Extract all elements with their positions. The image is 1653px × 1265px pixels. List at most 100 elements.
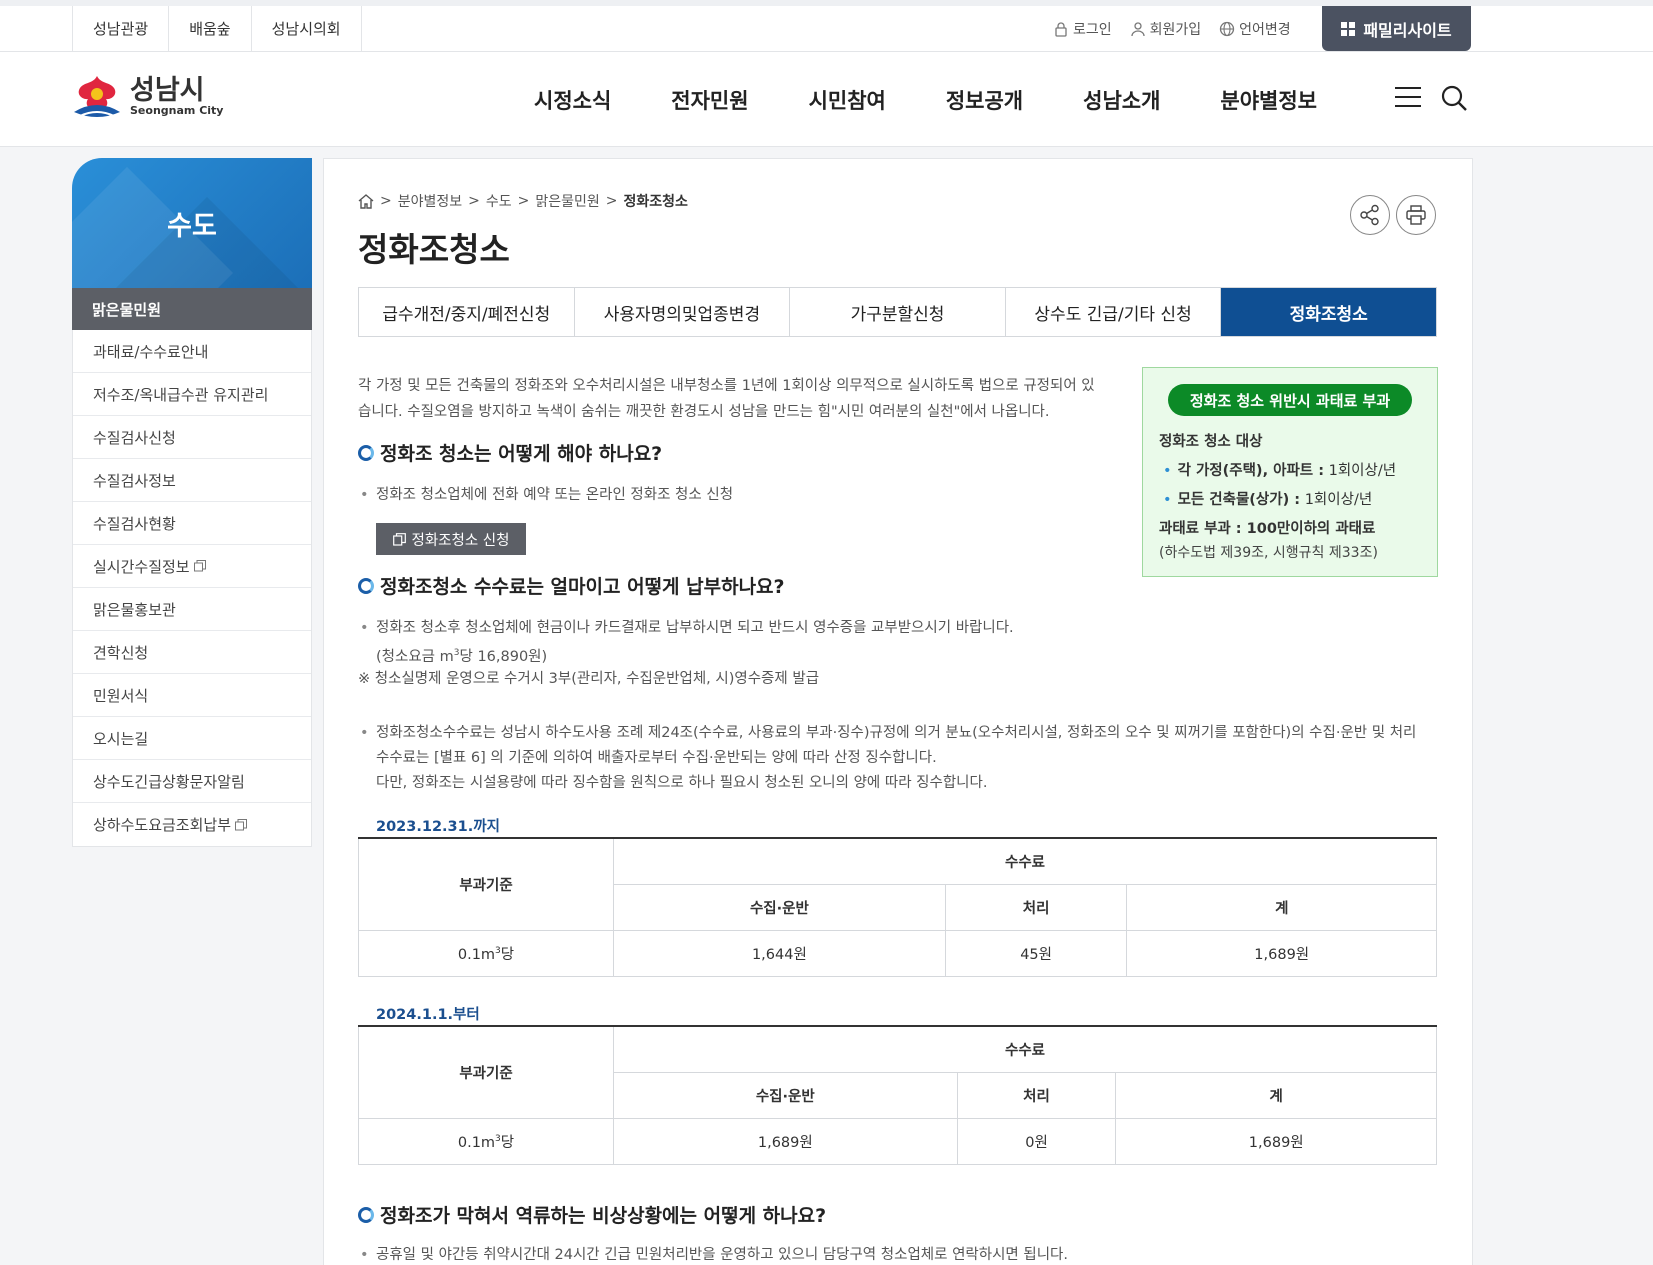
- heading-ring-icon: [358, 1206, 374, 1223]
- seongnam-emblem-icon: [74, 76, 120, 117]
- new-window-icon: [235, 818, 248, 830]
- th-fee: 수수료: [613, 837, 1437, 885]
- signup-link[interactable]: 회원가입: [1130, 19, 1201, 39]
- side-item-realtime[interactable]: 실시간수질정보: [73, 545, 311, 588]
- site-header: 성남시 Seongnam City 시정소식 전자민원 시민참여 정보공개 성남…: [0, 52, 1653, 147]
- side-item-tank[interactable]: 저수조/옥내급수관 유지관리: [73, 373, 311, 416]
- side-menu-header: 수도: [72, 158, 312, 288]
- cell-process: 45원: [944, 929, 1128, 977]
- nav-field-info[interactable]: 분야별정보: [1220, 85, 1317, 115]
- family-site-label: 패밀리사이트: [1363, 20, 1452, 40]
- crumb-civil[interactable]: 맑은물민원: [535, 191, 599, 211]
- page-title: 정화조청소: [358, 230, 510, 269]
- section-heading-how: 정화조 청소는 어떻게 해야 하나요?: [358, 439, 662, 466]
- section-heading-fee: 정화조청소 수수료는 얼마이고 어떻게 납부하나요?: [358, 572, 785, 599]
- tab-septic-cleaning[interactable]: 정화조청소: [1221, 288, 1436, 336]
- apply-cleaning-label: 정화조청소 신청: [411, 532, 510, 549]
- side-item-billing[interactable]: 상하수도요금조회납부: [73, 803, 311, 846]
- share-button[interactable]: [1350, 195, 1390, 235]
- fine-notice-pill: 정화조 청소 위반시 과태료 부과: [1168, 384, 1412, 416]
- print-button[interactable]: [1396, 195, 1436, 235]
- th-total: 계: [1126, 883, 1437, 931]
- table-row: 0.1m3당 1,689원 0원 1,689원: [358, 1117, 1437, 1165]
- language-link[interactable]: 언어변경: [1219, 19, 1291, 39]
- content-tabs: 급수개전/중지/폐전신청 사용자명의및업종변경 가구분할신청 상수도 긴급/기타…: [358, 287, 1437, 337]
- th-process: 처리: [944, 883, 1128, 931]
- side-item-test-info[interactable]: 수질검사정보: [73, 459, 311, 502]
- util-link-learning[interactable]: 배움숲: [169, 6, 252, 51]
- login-link[interactable]: 로그인: [1053, 19, 1112, 39]
- cell-total: 1,689원: [1126, 929, 1437, 977]
- fee-table-2024: 부과기준 수수료 수집·운반 처리 계 0.1m3당 1,689원 0원 1,6…: [358, 1025, 1437, 1165]
- globe-icon: [1220, 21, 1235, 36]
- table1-date: 2023.12.31.까지: [376, 819, 500, 835]
- side-menu-active[interactable]: 맑은물민원: [72, 288, 312, 330]
- sec2-note: ※ 청소실명제 운영으로 수거시 3부(관리자, 수집운반업체, 시)영수증제 …: [358, 671, 820, 687]
- notice-item-building: • 모든 건축물(상가) : 1회이상/년: [1163, 492, 1373, 508]
- heading-ring-icon: [358, 577, 374, 594]
- cell-collect: 1,689원: [613, 1117, 958, 1165]
- th-basis: 부과기준: [358, 1025, 614, 1119]
- th-basis: 부과기준: [358, 837, 614, 931]
- utility-bar: 성남관광 배움숲 성남시의회 로그인 회원가입 언어변경 패밀리사이트: [0, 0, 1653, 52]
- family-site-button[interactable]: 패밀리사이트: [1322, 6, 1471, 51]
- menu-icon[interactable]: [1395, 85, 1421, 109]
- main-content: > 분야별정보 > 수도 > 맑은물민원 > 정화조청소 정화조청소 급수개전/…: [323, 158, 1473, 1265]
- side-item-directions[interactable]: 오시는길: [73, 717, 311, 760]
- side-item-fines[interactable]: 과태료/수수료안내: [73, 330, 311, 373]
- nav-city-news[interactable]: 시정소식: [534, 85, 611, 115]
- side-menu-title: 수도: [167, 210, 217, 242]
- nav-info-disclosure[interactable]: 정보공개: [946, 85, 1023, 115]
- home-icon[interactable]: [358, 193, 374, 209]
- th-fee: 수수료: [613, 1025, 1437, 1073]
- apply-cleaning-button[interactable]: 정화조청소 신청: [376, 523, 526, 555]
- notice-target-label: 정화조 청소 대상: [1159, 434, 1263, 450]
- cell-total: 1,689원: [1115, 1117, 1437, 1165]
- cell-collect: 1,644원: [613, 929, 946, 977]
- fee-table-2023: 부과기준 수수료 수집·운반 처리 계 0.1m3당 1,644원 45원 1,…: [358, 837, 1437, 977]
- lock-icon: [1055, 21, 1067, 37]
- share-icon: [1360, 204, 1379, 226]
- tab-owner-change[interactable]: 사용자명의및업종변경: [575, 288, 791, 336]
- side-item-tour[interactable]: 견학신청: [73, 631, 311, 674]
- util-actions: 로그인 회원가입 언어변경: [1053, 6, 1291, 51]
- th-process: 처리: [956, 1071, 1117, 1119]
- intro-text: 각 가정 및 모든 건축물의 정화조와 오수처리시설은 내부청소를 1년에 1회…: [358, 378, 1095, 420]
- util-link-council[interactable]: 성남시의회: [252, 6, 362, 51]
- side-item-billing-label: 상하수도요금조회납부: [93, 816, 232, 834]
- nav-about[interactable]: 성남소개: [1083, 85, 1160, 115]
- side-item-forms[interactable]: 민원서식: [73, 674, 311, 717]
- util-link-tourism[interactable]: 성남관광: [73, 6, 170, 51]
- page-tools: [1350, 195, 1436, 235]
- side-item-pr[interactable]: 맑은물홍보관: [73, 588, 311, 631]
- tab-water-supply[interactable]: 급수개전/중지/폐전신청: [359, 288, 575, 336]
- logo-english: Seongnam City: [130, 104, 224, 117]
- tab-emergency[interactable]: 상수도 긴급/기타 신청: [1006, 288, 1222, 336]
- cell-process: 0원: [956, 1117, 1117, 1165]
- tab-household-split[interactable]: 가구분할신청: [790, 288, 1006, 336]
- section-heading-emergency: 정화조가 막혀서 역류하는 비상상황에는 어떻게 하나요?: [358, 1201, 826, 1228]
- notice-law: (하수도법 제39조, 시행규칙 제33조): [1159, 545, 1378, 561]
- heading-ring-icon: [358, 444, 374, 461]
- side-item-realtime-label: 실시간수질정보: [93, 557, 190, 576]
- sec1-bullet: • 정화조 청소업체에 전화 예약 또는 온라인 정화조 청소 신청: [360, 487, 734, 503]
- crumb-water[interactable]: 수도: [486, 191, 512, 211]
- site-logo[interactable]: 성남시 Seongnam City: [70, 72, 223, 122]
- th-total: 계: [1115, 1071, 1437, 1119]
- sec2-rule-line2: 수수료는 [별표 6] 의 기준에 의하여 배출자로부터 수집·운반되는 양에 …: [376, 750, 937, 766]
- nav-e-civil[interactable]: 전자민원: [671, 85, 748, 115]
- side-item-sms[interactable]: 상수도긴급상황문자알림: [73, 760, 311, 803]
- search-icon[interactable]: [1441, 85, 1467, 111]
- crumb-field-info[interactable]: 분야별정보: [398, 191, 462, 211]
- side-item-test-status[interactable]: 수질검사현황: [73, 502, 311, 545]
- main-nav: 시정소식 전자민원 시민참여 정보공개 성남소개 분야별정보: [534, 52, 1377, 147]
- side-item-test-request[interactable]: 수질검사신청: [73, 416, 311, 459]
- new-window-icon: [193, 560, 206, 572]
- logo-text: 성남시 Seongnam City: [130, 77, 223, 117]
- fine-notice-box: 정화조 청소 위반시 과태료 부과 정화조 청소 대상 • 각 가정(주택), 아…: [1142, 367, 1438, 577]
- nav-participation[interactable]: 시민참여: [809, 85, 886, 115]
- table-row: 0.1m3당 1,644원 45원 1,689원: [358, 929, 1437, 977]
- th-collect: 수집·운반: [613, 1071, 958, 1119]
- copy-icon: [392, 532, 406, 546]
- sec2-rule-line3: 다만, 정화조는 시설용량에 따라 징수함을 원칙으로 하나 필요시 청소된 오…: [376, 775, 988, 791]
